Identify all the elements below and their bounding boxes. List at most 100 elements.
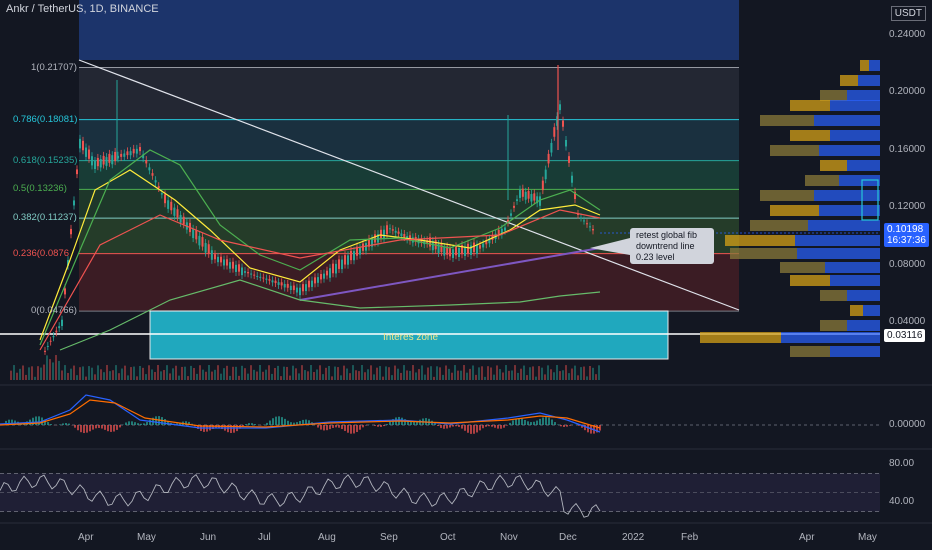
candle-body — [250, 273, 253, 275]
macd-histogram-bar — [566, 425, 568, 427]
macd-histogram-bar — [485, 425, 487, 427]
macd-histogram-bar — [104, 425, 106, 430]
candle-body — [46, 345, 49, 347]
macd-histogram-bar — [86, 425, 88, 433]
macd-tick: 0.00000 — [889, 419, 926, 430]
macd-histogram-bar — [521, 418, 523, 425]
volume-bar — [208, 365, 210, 380]
candle-body — [326, 270, 328, 276]
candle-body — [259, 276, 262, 278]
candle-body — [440, 243, 443, 253]
macd-histogram-bar — [488, 425, 490, 427]
volume-bar — [151, 369, 153, 380]
volume-profile-bar — [760, 190, 814, 201]
macd-histogram-bar — [482, 425, 484, 429]
volume-bar — [223, 368, 225, 380]
volume-bar — [577, 375, 579, 380]
volume-bar — [178, 375, 180, 380]
candle-body — [568, 156, 570, 163]
macd-histogram-bar — [68, 423, 70, 425]
candle-body — [271, 280, 274, 283]
volume-bar — [43, 364, 45, 380]
macd-histogram-bar — [563, 425, 565, 427]
volume-bar — [316, 369, 318, 380]
candle-body — [64, 288, 66, 295]
macd-histogram-bar — [479, 425, 481, 431]
macd-histogram-bar — [497, 425, 499, 429]
volume-bar — [460, 370, 462, 380]
volume-bar — [346, 368, 348, 380]
macd-histogram-bar — [380, 425, 382, 427]
macd-histogram-bar — [74, 425, 76, 428]
volume-bar — [142, 367, 144, 380]
price-tick: 0.04000 — [889, 316, 926, 328]
candle-body — [145, 160, 148, 164]
volume-bar — [46, 355, 48, 380]
candle-body — [164, 194, 166, 204]
macd-histogram-bar — [275, 416, 277, 425]
candle-body — [338, 259, 340, 269]
macd-histogram-bar — [149, 419, 151, 425]
macd-histogram-bar — [449, 425, 451, 428]
volume-bar — [364, 372, 366, 380]
candle-body — [353, 251, 355, 261]
macd-histogram-bar — [143, 423, 145, 425]
candle-body — [592, 228, 594, 231]
volume-bar — [520, 368, 522, 380]
volume-bar — [526, 375, 528, 380]
volume-bar — [250, 365, 252, 380]
volume-profile-bar — [770, 145, 819, 156]
volume-bar — [160, 371, 162, 380]
candle-body — [452, 249, 454, 258]
volume-bar — [592, 367, 594, 380]
volume-bar — [355, 370, 357, 380]
volume-bar — [280, 376, 282, 380]
candle-body — [464, 246, 466, 257]
volume-profile-bar — [830, 130, 880, 141]
macd-histogram-bar — [527, 421, 529, 425]
volume-bar — [139, 365, 141, 380]
macd-histogram-bar — [134, 422, 136, 425]
macd-histogram-bar — [80, 425, 82, 433]
chart-title: Ankr / TetherUS, 1D, BINANCE — [6, 3, 159, 15]
candle-body — [504, 227, 506, 231]
candle-body — [541, 180, 544, 191]
candle-body — [182, 216, 185, 225]
volume-bar — [292, 365, 294, 380]
macd-histogram-bar — [458, 425, 460, 427]
volume-bar — [220, 373, 222, 380]
price-chart-svg[interactable] — [0, 0, 932, 550]
volume-profile-bar — [797, 248, 880, 259]
candle-body — [482, 243, 485, 248]
candle-body — [562, 120, 564, 127]
volume-bar — [319, 365, 321, 380]
candle-body — [280, 282, 283, 286]
volume-bar — [88, 366, 90, 380]
current-price-value: 0.10198 — [887, 224, 924, 235]
macd-histogram-bar — [110, 425, 112, 432]
currency-label[interactable]: USDT — [890, 6, 926, 21]
candle-body — [359, 247, 361, 255]
volume-bar — [286, 366, 288, 380]
candle-body — [58, 326, 61, 329]
volume-bar — [115, 365, 117, 380]
volume-profile-bar — [790, 130, 830, 141]
candle-body — [329, 268, 331, 278]
macd-histogram-bar — [560, 425, 562, 427]
candle-body — [102, 155, 105, 165]
volume-bar — [247, 373, 249, 380]
volume-bar — [100, 369, 102, 380]
volume-bar — [547, 365, 549, 380]
candle-body — [274, 280, 277, 284]
candle-body — [70, 228, 72, 235]
volume-bar — [253, 369, 255, 380]
macd-histogram-bar — [470, 425, 472, 434]
volume-profile-bar — [850, 305, 863, 316]
volume-bar — [343, 365, 345, 380]
time-tick: Oct — [440, 532, 456, 543]
retest-callout[interactable]: retest global fib downtrend line 0.23 le… — [630, 228, 714, 264]
candle-body — [521, 188, 524, 197]
candle-body — [524, 191, 527, 200]
volume-bar — [313, 372, 315, 380]
candle-body — [126, 151, 129, 156]
